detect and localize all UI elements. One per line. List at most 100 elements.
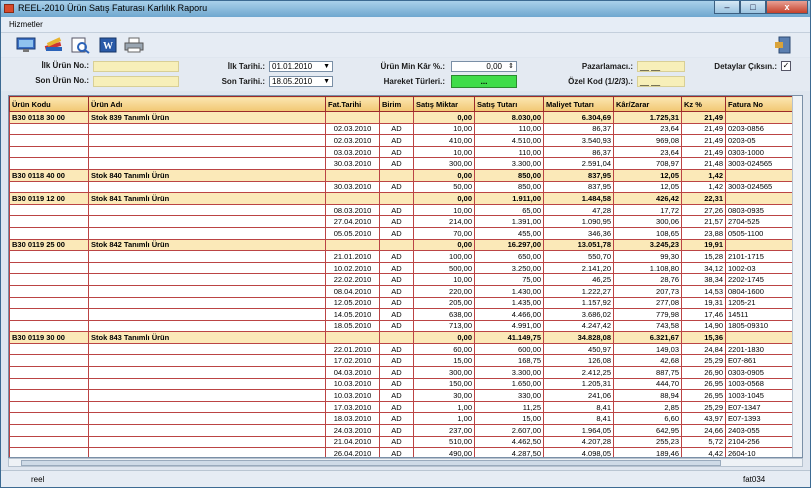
table-cell: 743,58 [613,319,682,333]
group-row[interactable]: B30 0119 30 00 Stok 843 Tanımlı Ürün 0,00 4… [9,331,795,344]
close-button[interactable]: x [766,1,808,14]
table-row[interactable]: 26.04.2010 AD 490,00 4.287,50 4.098,05 189,46… [9,447,795,457]
table-row[interactable]: 18.05.2010 AD 713,00 4.991,00 4.247,42 743,58… [9,319,795,333]
table-cell: 24,66 [681,424,726,437]
table-cell: 550,70 [543,250,614,263]
svg-text:W: W [103,41,113,52]
table-row[interactable]: 10.03.2010 AD 30,00 330,00 241,06 88,94 26,95 1… [9,389,795,402]
table-row[interactable]: 14.05.2010 AD 638,00 4.466,00 3.686,02 779,98… [9,308,795,321]
pazarlamaci-field[interactable]: __ __ [637,61,685,72]
table-row[interactable]: 08.03.2010 AD 10,00 65,00 47,28 17,72 27,26 080… [9,203,795,217]
table-row[interactable]: 05.05.2010 AD 70,00 455,00 346,36 108,65 23,88… [9,226,795,240]
group-row[interactable]: B30 0119 25 00 Stok 842 Tanımlı Ürün 0,00 1… [9,238,795,252]
table-row[interactable]: 04.03.2010 AD 300,00 3.300,00 2.412,25 887,75… [9,366,795,379]
table-cell: 3.245,23 [613,238,682,252]
table-cell: 21,49 [681,134,726,147]
column-header[interactable]: Birim [379,96,414,112]
table-row[interactable]: 24.03.2010 AD 237,00 2.607,00 1.964,05 642,95… [9,424,795,437]
table-cell: E07-1347 [725,400,795,414]
table-cell: 600,00 [474,342,544,356]
table-cell: 12,05 [613,180,682,194]
column-header[interactable]: Maliyet Tutarı [543,96,614,112]
column-header[interactable]: Ürün Kodu [9,96,89,112]
title-bar[interactable]: REEL-2010 Ürün Satış Faturası Karlılık R… [1,1,810,17]
table-cell [88,250,326,263]
table-cell: 126,08 [543,354,614,368]
table-cell: 2.591,04 [543,157,614,170]
column-header[interactable]: Satış Tutarı [474,96,544,112]
vertical-scrollbar[interactable] [792,96,802,457]
table-row[interactable]: 02.03.2010 AD 410,00 4.510,00 3.540,93 969,08… [9,134,795,147]
table-row[interactable]: 22.01.2010 AD 60,00 600,00 450,97 149,03 24,84… [9,342,795,356]
column-header[interactable]: Fat.Tarihi [325,96,380,112]
son-tarih-picker[interactable]: 18.05.2010 ▼ [269,76,333,87]
report-window: REEL-2010 Ürün Satış Faturası Karlılık R… [0,0,811,488]
table-cell: 21,49 [681,122,726,136]
hareket-button[interactable]: ... [451,75,517,88]
monitor-icon[interactable] [15,36,37,54]
table-cell [379,111,414,124]
table-cell: Stok 842 Tanımlı Ürün [88,238,326,252]
table-cell: 10,00 [413,145,475,159]
ilk-urun-field[interactable] [93,61,179,72]
table-cell: 2.141,20 [543,261,614,275]
table-cell: 241,06 [543,389,614,402]
table-cell: 0804-1600 [725,284,795,298]
table-cell: 16.297,00 [474,238,544,252]
table-cell [9,261,89,275]
table-row[interactable]: 10.03.2010 AD 150,00 1.650,00 1.205,31 444,70… [9,377,795,391]
table-row[interactable]: 02.03.2010 AD 10,00 110,00 86,37 23,64 21,49 02… [9,122,795,136]
table-row[interactable]: 18.03.2010 AD 1,00 15,00 8,41 6,60 43,97 E07-13… [9,412,795,426]
column-header[interactable]: Kz % [681,96,726,112]
table-cell [88,354,326,368]
table-cell: 1,42 [681,168,726,182]
table-row[interactable]: 30.03.2010 AD 50,00 850,00 837,95 12,05 1,42 30… [9,180,795,194]
table-cell: AD [379,134,414,147]
table-cell: 4,42 [681,447,726,457]
books-icon[interactable] [43,36,65,54]
detay-checkbox[interactable]: ✓ [781,61,791,71]
table-row[interactable]: 27.04.2010 AD 214,00 1.391,00 1.090,95 300,06… [9,215,795,228]
table-cell: 03.03.2010 [325,145,380,159]
group-row[interactable]: B30 0118 40 00 Stok 840 Tanımlı Ürün 0,00 8… [9,168,795,182]
table-row[interactable]: 03.03.2010 AD 10,00 110,00 86,37 23,64 21,49 03… [9,145,795,159]
column-header[interactable]: Kâr/Zarar [613,96,682,112]
word-icon[interactable]: W [97,36,119,54]
preview-icon[interactable] [69,36,91,54]
minimize-button[interactable]: – [714,1,740,14]
table-cell: 0803-0935 [725,203,795,217]
spinner-icon[interactable]: ⇕ [508,62,514,71]
column-header[interactable]: Satış Miktar [413,96,475,112]
table-row[interactable]: 08.04.2010 AD 220,00 1.430,00 1.222,27 207,73… [9,284,795,298]
printer-icon[interactable] [123,36,145,54]
table-cell: 70,00 [413,226,475,240]
table-cell: 4.466,00 [474,308,544,321]
menu-hizmetler[interactable]: Hizmetler [9,20,43,29]
table-row[interactable]: 21.01.2010 AD 100,00 650,00 550,70 99,30 15,28… [9,250,795,263]
table-row[interactable]: 17.02.2010 AD 15,00 168,75 126,08 42,68 25,29 E… [9,354,795,368]
ozel-kod-field[interactable]: __ __ [637,76,685,87]
table-row[interactable]: 17.03.2010 AD 1,00 11,25 8,41 2,85 25,29 E07-13… [9,400,795,414]
table-row[interactable]: 10.02.2010 AD 500,00 3.250,00 2.141,20 1.108,… [9,261,795,275]
table-row[interactable]: 30.03.2010 AD 300,00 3.300,00 2.591,04 708,97… [9,157,795,170]
exit-door-icon[interactable] [773,36,795,54]
column-header[interactable]: Fatura No [725,96,795,112]
group-row[interactable]: B30 0118 30 00 Stok 839 Tanımlı Ürün 0,00 8… [9,111,795,124]
table-cell: AD [379,412,414,426]
column-header[interactable]: Ürün Adı [88,96,326,112]
scroll-thumb[interactable] [21,460,721,466]
son-urun-field[interactable] [93,76,179,87]
min-kar-input[interactable]: 0,00 ⇕ [451,61,517,72]
ilk-tarih-picker[interactable]: 01.01.2010 ▼ [269,61,333,72]
table-row[interactable]: 22.02.2010 AD 10,00 75,00 46,25 28,76 38,34 220… [9,273,795,286]
table-cell: 237,00 [413,424,475,437]
table-row[interactable]: 12.05.2010 AD 205,00 1.435,00 1.157,92 277,08… [9,296,795,310]
table-cell [9,389,89,402]
group-row[interactable]: B30 0119 12 00 Stok 841 Tanımlı Ürün 0,00 1… [9,192,795,205]
table-row[interactable]: 21.04.2010 AD 510,00 4.462,50 4.207,28 255,23… [9,435,795,449]
table-cell [88,273,326,286]
table-cell: 02.03.2010 [325,122,380,136]
table-cell: 837,95 [543,180,614,194]
maximize-button[interactable]: □ [740,1,766,14]
horizontal-scrollbar[interactable] [8,458,803,467]
